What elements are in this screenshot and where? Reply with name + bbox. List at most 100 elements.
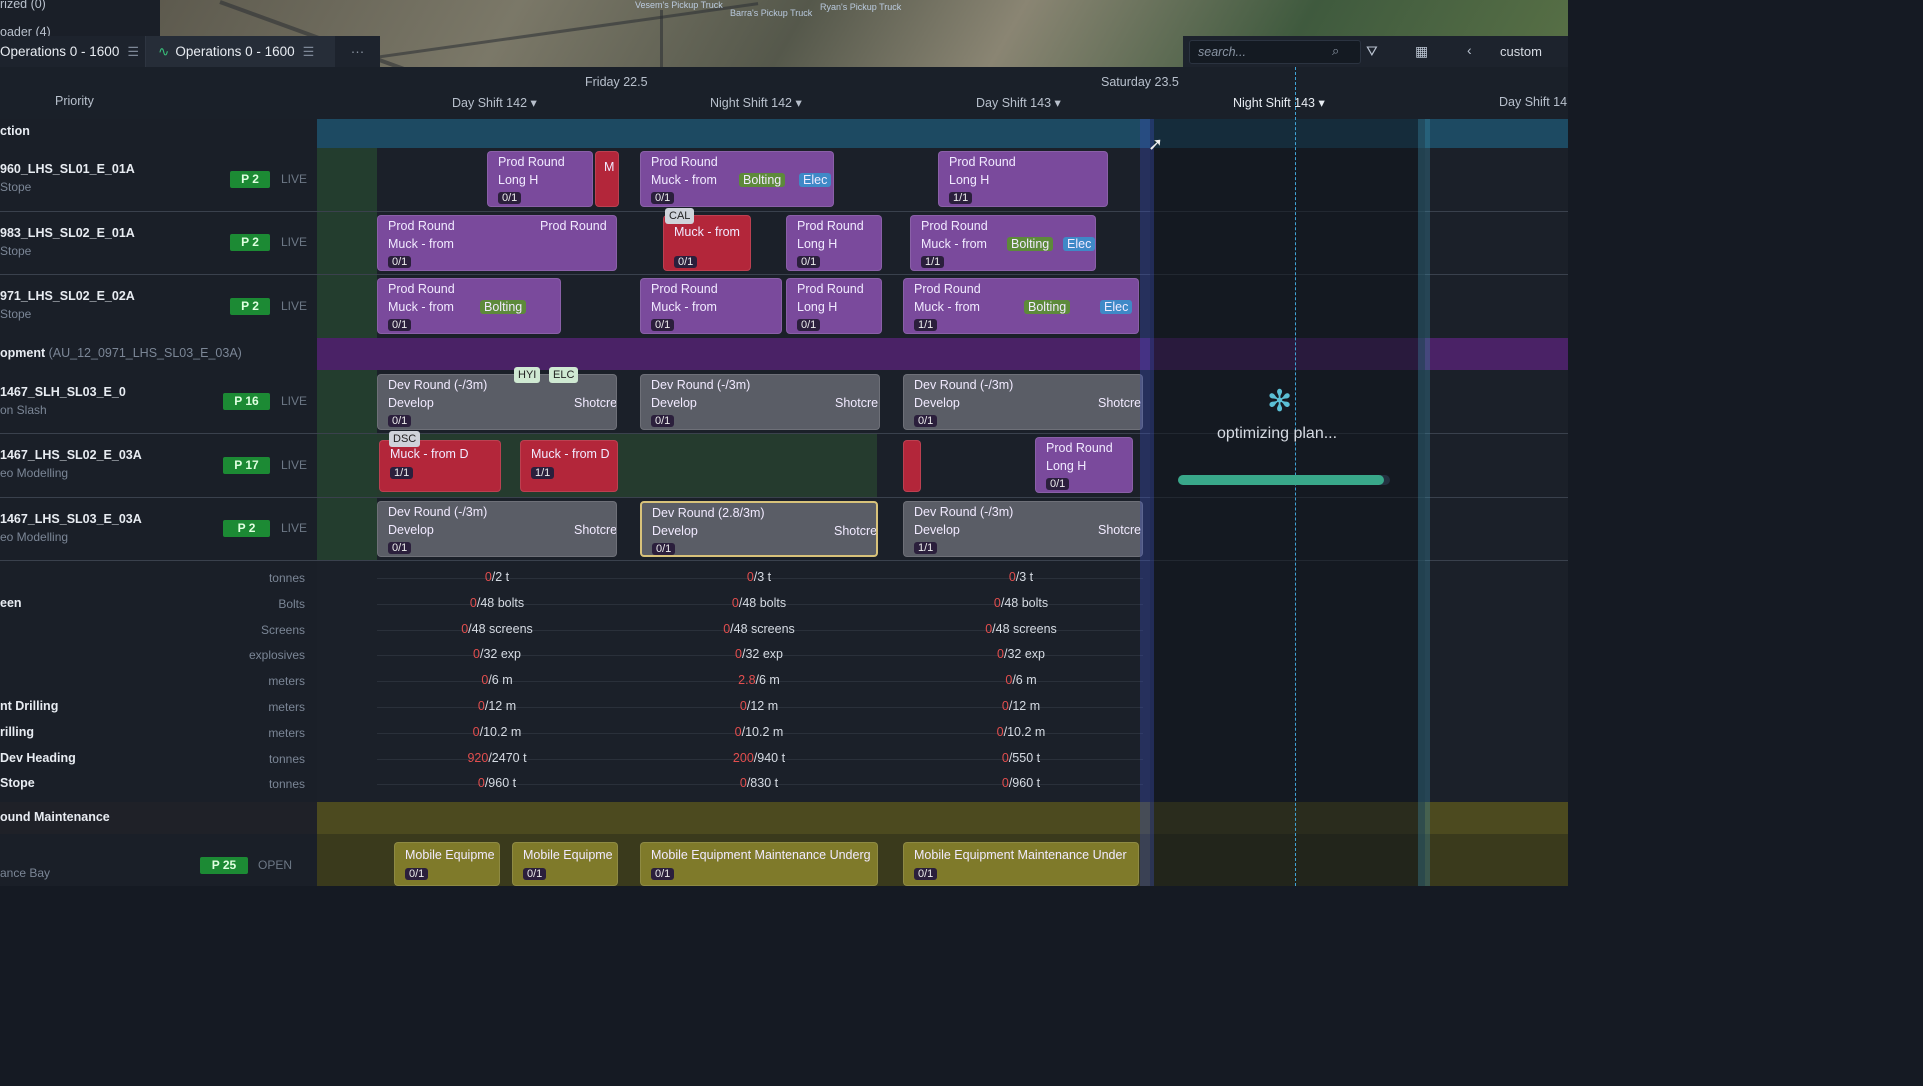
section-header[interactable]: ction	[0, 124, 30, 138]
card-subtask: Elec	[1063, 237, 1095, 251]
more-tabs-button[interactable]: ···	[335, 36, 380, 67]
metric-value: 0/2 t	[484, 570, 510, 584]
task-card[interactable]	[903, 440, 921, 492]
metric-value: 0/3 t	[746, 570, 772, 584]
task-card[interactable]: Prod Round Muck - from 0/1	[640, 278, 782, 334]
maintenance-card[interactable]: Mobile Equipme 0/1	[512, 842, 618, 886]
maintenance-card[interactable]: Mobile Equipme 0/1	[394, 842, 500, 886]
card-title: Prod Round	[498, 155, 565, 169]
metric-value: 0/10.2 m	[734, 724, 784, 739]
metric-value: 0/550 t	[1001, 750, 1041, 765]
task-card[interactable]: Prod Round Long H 0/1	[1035, 437, 1133, 493]
task-card[interactable]: Muck - from D 1/1	[520, 440, 618, 492]
task-card[interactable]: Dev Round (-/3m) Develop 0/1 Shotcre	[903, 374, 1143, 430]
card-count: 0/1	[652, 543, 676, 555]
metric-value: 0/6 m	[481, 673, 513, 688]
task-card[interactable]: Dev Round (-/3m) Develop 0/1 Shotcre	[377, 501, 617, 557]
metric-unit: meters	[268, 674, 305, 689]
priority-badge[interactable]: P 2	[230, 298, 270, 315]
task-card[interactable]: Prod Round Muck - from 0/1 Bolting Elec	[640, 151, 834, 207]
priority-badge[interactable]: P 2	[223, 520, 270, 537]
task-card[interactable]: M	[595, 151, 619, 207]
card-count: 0/1	[651, 192, 675, 204]
card-subtitle: Develop	[388, 523, 434, 537]
tab-operations-2[interactable]: ∿ Operations 0 - 1600 ☰	[145, 36, 335, 67]
priority-badge[interactable]: P 25	[200, 857, 248, 874]
card-subtitle: Develop	[388, 396, 434, 410]
priority-badge[interactable]: P 2	[230, 171, 270, 188]
chip-cal[interactable]: CAL	[665, 208, 695, 224]
shift-dropdown[interactable]: Night Shift 142 ▾	[710, 95, 802, 110]
row-sub: eo Modelling	[0, 466, 69, 480]
shift-dropdown[interactable]: Night Shift 143 ▾	[1233, 95, 1325, 110]
card-count: 0/1	[388, 415, 412, 427]
task-card[interactable]: Prod Round Long H 1/1	[938, 151, 1108, 207]
card-title: Dev Round (-/3m)	[914, 505, 1014, 519]
custom-view-button[interactable]: custom	[1500, 44, 1542, 59]
priority-badge[interactable]: P 2	[230, 234, 270, 251]
status-text: LIVE	[281, 521, 308, 535]
mouse-cursor-icon: ➚	[1148, 134, 1164, 154]
card-count: 1/1	[949, 192, 973, 204]
menu-icon[interactable]: ☰	[303, 44, 315, 60]
shift-boundary-marker	[1140, 119, 1154, 886]
priority-badge[interactable]: P 17	[223, 457, 270, 474]
task-card[interactable]: Prod Round Long H 0/1	[786, 278, 882, 334]
shift-dropdown[interactable]: Day Shift 142 ▾	[452, 95, 537, 110]
task-card[interactable]: Prod Round Muck - from 0/1 Bolting	[377, 278, 561, 334]
card-subtitle: Develop	[914, 523, 960, 537]
shift-dropdown[interactable]: Day Shift 14	[1499, 95, 1567, 109]
columns-icon[interactable]: ▦	[1415, 43, 1428, 60]
maintenance-card[interactable]: Mobile Equipment Maintenance Underg 0/1	[640, 842, 878, 886]
metric-unit: Bolts	[278, 596, 305, 611]
row-name: 971_LHS_SL02_E_02A	[0, 289, 135, 303]
metric-label: nt Drilling	[0, 699, 59, 713]
card-title: Prod Round	[651, 282, 718, 296]
card-title: Mobile Equipment Maintenance Under	[914, 848, 1127, 862]
card-title: Mobile Equipme	[523, 848, 613, 862]
map-label: Barra's Pickup Truck	[730, 8, 813, 18]
card-subtitle: Long H	[1046, 459, 1087, 473]
task-card[interactable]: Prod Round Long H 0/1	[786, 215, 882, 271]
chevron-left-icon[interactable]: ‹	[1467, 42, 1472, 58]
task-card[interactable]: Dev Round (-/3m) Develop 0/1 Shotcre	[640, 374, 880, 430]
task-card[interactable]: Muck - from D 1/1	[379, 440, 501, 492]
metric-value: 0/48 screens	[985, 621, 1057, 636]
metric-value: 0/960 t	[477, 776, 517, 791]
task-card[interactable]: Prod Round Long H 0/1	[487, 151, 593, 207]
chip-elc[interactable]: ELC	[549, 367, 579, 383]
optimizer-status: optimizing plan...	[1217, 425, 1338, 442]
menu-icon[interactable]: ☰	[127, 44, 139, 60]
card-subtask: Bolting	[1007, 237, 1054, 251]
section-header[interactable]: opment (AU_12_0971_LHS_SL03_E_03A)	[0, 346, 242, 360]
task-card[interactable]: Prod Round Muck - from 0/1 Prod Round	[377, 215, 617, 271]
status-text: LIVE	[281, 394, 308, 408]
card-title: Mobile Equipment Maintenance Underg	[651, 848, 871, 862]
card-count: 1/1	[531, 467, 555, 479]
shift-bg	[317, 370, 377, 560]
filter-item[interactable]: rized (0)	[0, 0, 46, 11]
chip-dsc[interactable]: DSC	[389, 431, 421, 447]
filter-icon[interactable]: ⛛	[1366, 43, 1378, 60]
priority-badge[interactable]: P 16	[223, 393, 270, 410]
search-icon[interactable]: ⌕	[1332, 43, 1339, 59]
section-sub: (AU_12_0971_LHS_SL03_E_03A)	[48, 346, 242, 360]
tab-operations-1[interactable]: Operations 0 - 1600 ☰	[0, 36, 145, 67]
task-card[interactable]: Dev Round (-/3m) Develop 1/1 Shotcre	[903, 501, 1143, 557]
maintenance-card[interactable]: Mobile Equipment Maintenance Under 0/1	[903, 842, 1139, 886]
task-card[interactable]: Dev Round (2.8/3m) Develop 0/1 Shotcre	[640, 501, 878, 557]
activity-icon: ∿	[158, 43, 170, 59]
shift-dropdown[interactable]: Day Shift 143 ▾	[976, 95, 1061, 110]
section-header[interactable]: ound Maintenance	[0, 810, 110, 824]
task-card[interactable]: Prod Round Muck - from 1/1 Bolting Elec	[903, 278, 1139, 334]
card-subtitle: Muck - from	[651, 173, 717, 187]
metric-value: 0/48 bolts	[993, 595, 1049, 610]
card-subtask: Shotcre	[574, 396, 617, 410]
shift-bg	[317, 148, 377, 338]
metric-label: Dev Heading	[0, 750, 76, 765]
card-title: Prod Round	[921, 219, 988, 233]
task-card[interactable]: Prod Round Muck - from 1/1 Bolting Elec	[910, 215, 1096, 271]
chip-hyi[interactable]: HYI	[514, 367, 541, 383]
task-card[interactable]: Dev Round (-/3m) Develop 0/1 Shotcre	[377, 374, 617, 430]
timeline-header	[0, 67, 1568, 119]
